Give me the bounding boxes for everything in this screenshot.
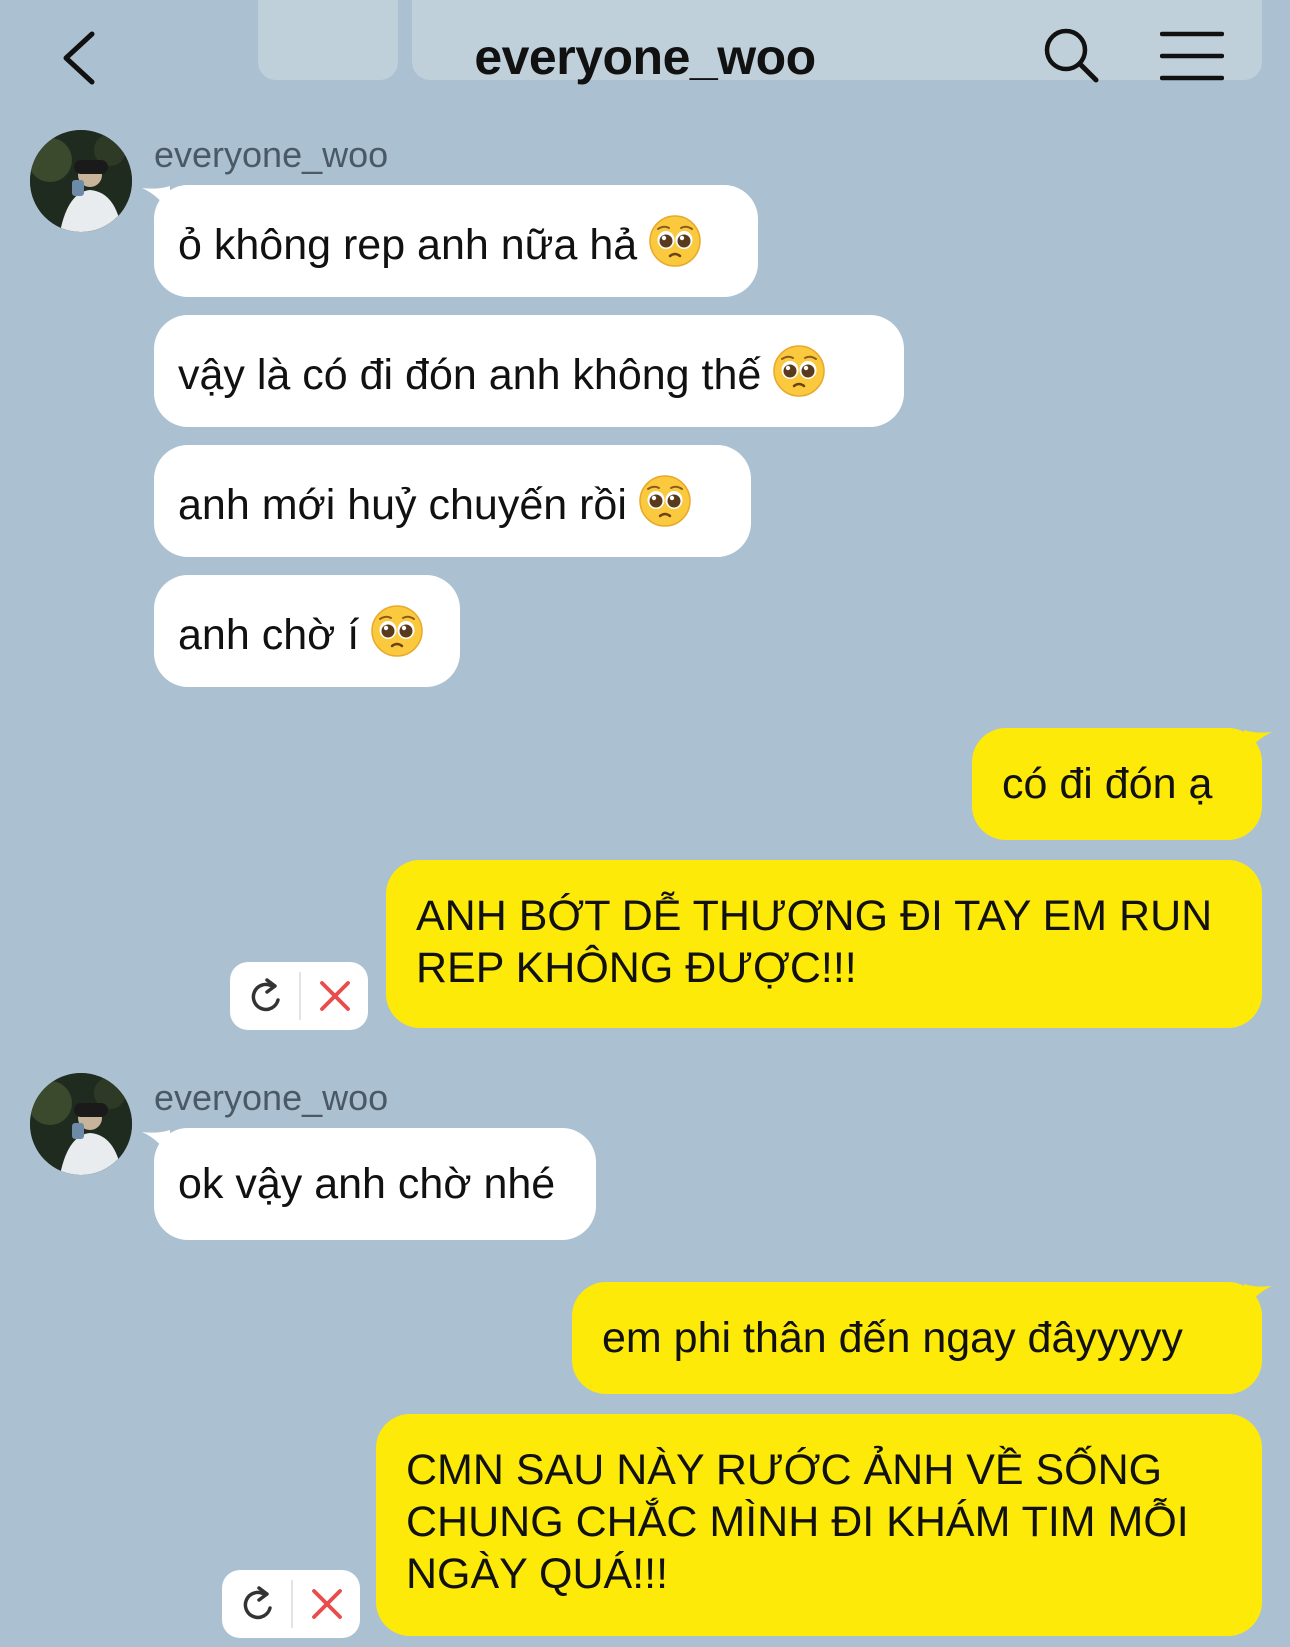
message-text: vậy là có đi đón anh không thế	[178, 351, 762, 399]
failed-message-actions	[222, 1570, 360, 1638]
message-bubble-outgoing[interactable]: có đi đón ạ	[972, 728, 1262, 840]
message-text: em phi thân đến ngay đâyyyyy	[602, 1314, 1183, 1362]
failed-message-actions	[230, 962, 368, 1030]
cancel-icon[interactable]	[318, 979, 352, 1013]
message-text: anh mới huỷ chuyến rồi	[178, 481, 627, 529]
message-bubble-incoming[interactable]: vậy là có đi đón anh không thế	[154, 315, 904, 427]
message-text: ỏ không rep anh nữa hả	[178, 221, 638, 269]
message-text: CMN SAU NÀY RƯỚC ẢNH VỀ SỐNG CHUNG CHẮC …	[406, 1446, 1189, 1598]
pleading-face-icon	[371, 605, 423, 657]
message-bubble-incoming[interactable]: ok vậy anh chờ nhé	[154, 1128, 596, 1240]
message-bubble-outgoing[interactable]: CMN SAU NÀY RƯỚC ẢNH VỀ SỐNG CHUNG CHẮC …	[376, 1414, 1262, 1636]
message-text: có đi đón ạ	[1002, 760, 1213, 808]
retry-icon[interactable]	[248, 976, 284, 1016]
chat-header: everyone_woo	[0, 0, 1290, 112]
avatar[interactable]	[30, 130, 132, 232]
message-text: ANH BỚT DỄ THƯƠNG ĐI TAY EM RUN REP KHÔN…	[416, 892, 1213, 992]
message-text: ok vậy anh chờ nhé	[178, 1160, 556, 1208]
divider	[291, 1580, 293, 1628]
pleading-face-icon	[639, 475, 691, 527]
message-text: anh chờ í	[178, 611, 360, 659]
message-bubble-incoming[interactable]: ỏ không rep anh nữa hả	[154, 185, 758, 297]
retry-icon[interactable]	[240, 1584, 276, 1624]
pleading-face-icon	[773, 345, 825, 397]
avatar[interactable]	[30, 1073, 132, 1175]
message-bubble-outgoing[interactable]: ANH BỚT DỄ THƯƠNG ĐI TAY EM RUN REP KHÔN…	[386, 860, 1262, 1028]
message-bubble-incoming[interactable]: anh chờ í	[154, 575, 460, 687]
sender-name: everyone_woo	[154, 1077, 389, 1118]
message-bubble-incoming[interactable]: anh mới huỷ chuyến rồi	[154, 445, 751, 557]
hamburger-menu-icon[interactable]	[1160, 30, 1224, 82]
search-icon[interactable]	[1042, 26, 1100, 84]
message-bubble-outgoing[interactable]: em phi thân đến ngay đâyyyyy	[572, 1282, 1262, 1394]
sender-name: everyone_woo	[154, 134, 389, 175]
pleading-face-icon	[649, 215, 701, 267]
divider	[299, 972, 301, 1020]
cancel-icon[interactable]	[310, 1587, 344, 1621]
